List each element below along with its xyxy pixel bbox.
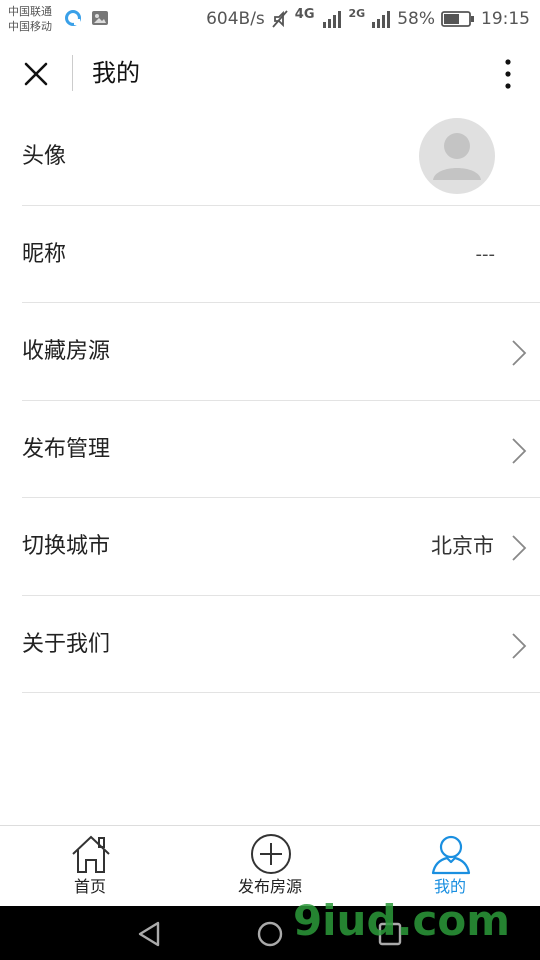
user-icon [431, 835, 471, 875]
nickname-label: 昵称 [22, 241, 67, 267]
clock: 19:15 [481, 9, 530, 29]
signal-icon-2 [372, 11, 391, 28]
network-type-1: 4G [294, 6, 315, 22]
home-nav-icon[interactable] [256, 920, 284, 948]
more-options-icon[interactable] [498, 56, 518, 92]
avatar-row[interactable]: 头像 [22, 108, 540, 206]
network-type-2: 2G [348, 6, 366, 20]
switch-city-row[interactable]: 切换城市 北京市 [22, 498, 540, 596]
profile-settings-list: 头像 昵称 --- 收藏房源 发布管理 切换城市 北京市 关于我们 [0, 108, 540, 693]
tab-mine[interactable]: 我的 [390, 826, 510, 906]
status-indicators: 604B/s 4G 2G 58% 19:15 [206, 6, 530, 32]
browser-notification-icon [65, 10, 81, 26]
default-user-icon [433, 133, 481, 180]
favorites-label: 收藏房源 [22, 339, 111, 364]
current-city-value: 北京市 [431, 534, 494, 558]
close-icon[interactable] [18, 56, 54, 92]
tab-publish[interactable]: 发布房源 [210, 826, 330, 906]
title-bar: 我的 [0, 38, 540, 108]
nickname-value: --- [475, 243, 496, 265]
tab-publish-label: 发布房源 [237, 877, 302, 896]
about-label: 关于我们 [22, 631, 111, 657]
back-nav-icon[interactable] [136, 920, 164, 948]
tab-home[interactable]: 首页 [30, 826, 150, 906]
chevron-right-icon [512, 535, 527, 561]
nickname-row[interactable]: 昵称 --- [22, 206, 540, 303]
about-row[interactable]: 关于我们 [22, 596, 540, 693]
battery-percent: 58% [397, 9, 435, 29]
avatar[interactable] [419, 118, 495, 194]
title-divider [72, 55, 73, 91]
status-bar: 中国联通 中国移动 604B/s 4G 2G 58% 19:15 [0, 0, 540, 38]
tab-mine-label: 我的 [433, 877, 466, 896]
chevron-right-icon [512, 437, 527, 464]
signal-icon-1 [322, 11, 341, 28]
favorites-row[interactable]: 收藏房源 [22, 303, 540, 401]
plus-circle-icon [251, 834, 291, 874]
chevron-right-icon [512, 632, 527, 659]
home-icon [72, 835, 110, 873]
carrier-1: 中国联通 [8, 5, 52, 18]
page-title: 我的 [92, 59, 140, 87]
watermark: 9iud.com [292, 896, 510, 945]
tab-home-label: 首页 [73, 877, 106, 896]
publish-manage-row[interactable]: 发布管理 [22, 401, 540, 498]
image-notification-icon [92, 11, 108, 25]
network-speed: 604B/s [206, 9, 265, 29]
publish-manage-label: 发布管理 [22, 436, 111, 462]
battery-icon [441, 11, 474, 27]
chevron-right-icon [512, 340, 527, 366]
carrier-2: 中国移动 [8, 20, 52, 33]
bottom-tab-bar: 首页 发布房源 我的 [0, 825, 540, 906]
avatar-label: 头像 [22, 144, 67, 169]
switch-city-label: 切换城市 [22, 534, 111, 559]
mute-icon [272, 10, 288, 28]
carrier-names: 中国联通 中国移动 [8, 4, 52, 34]
